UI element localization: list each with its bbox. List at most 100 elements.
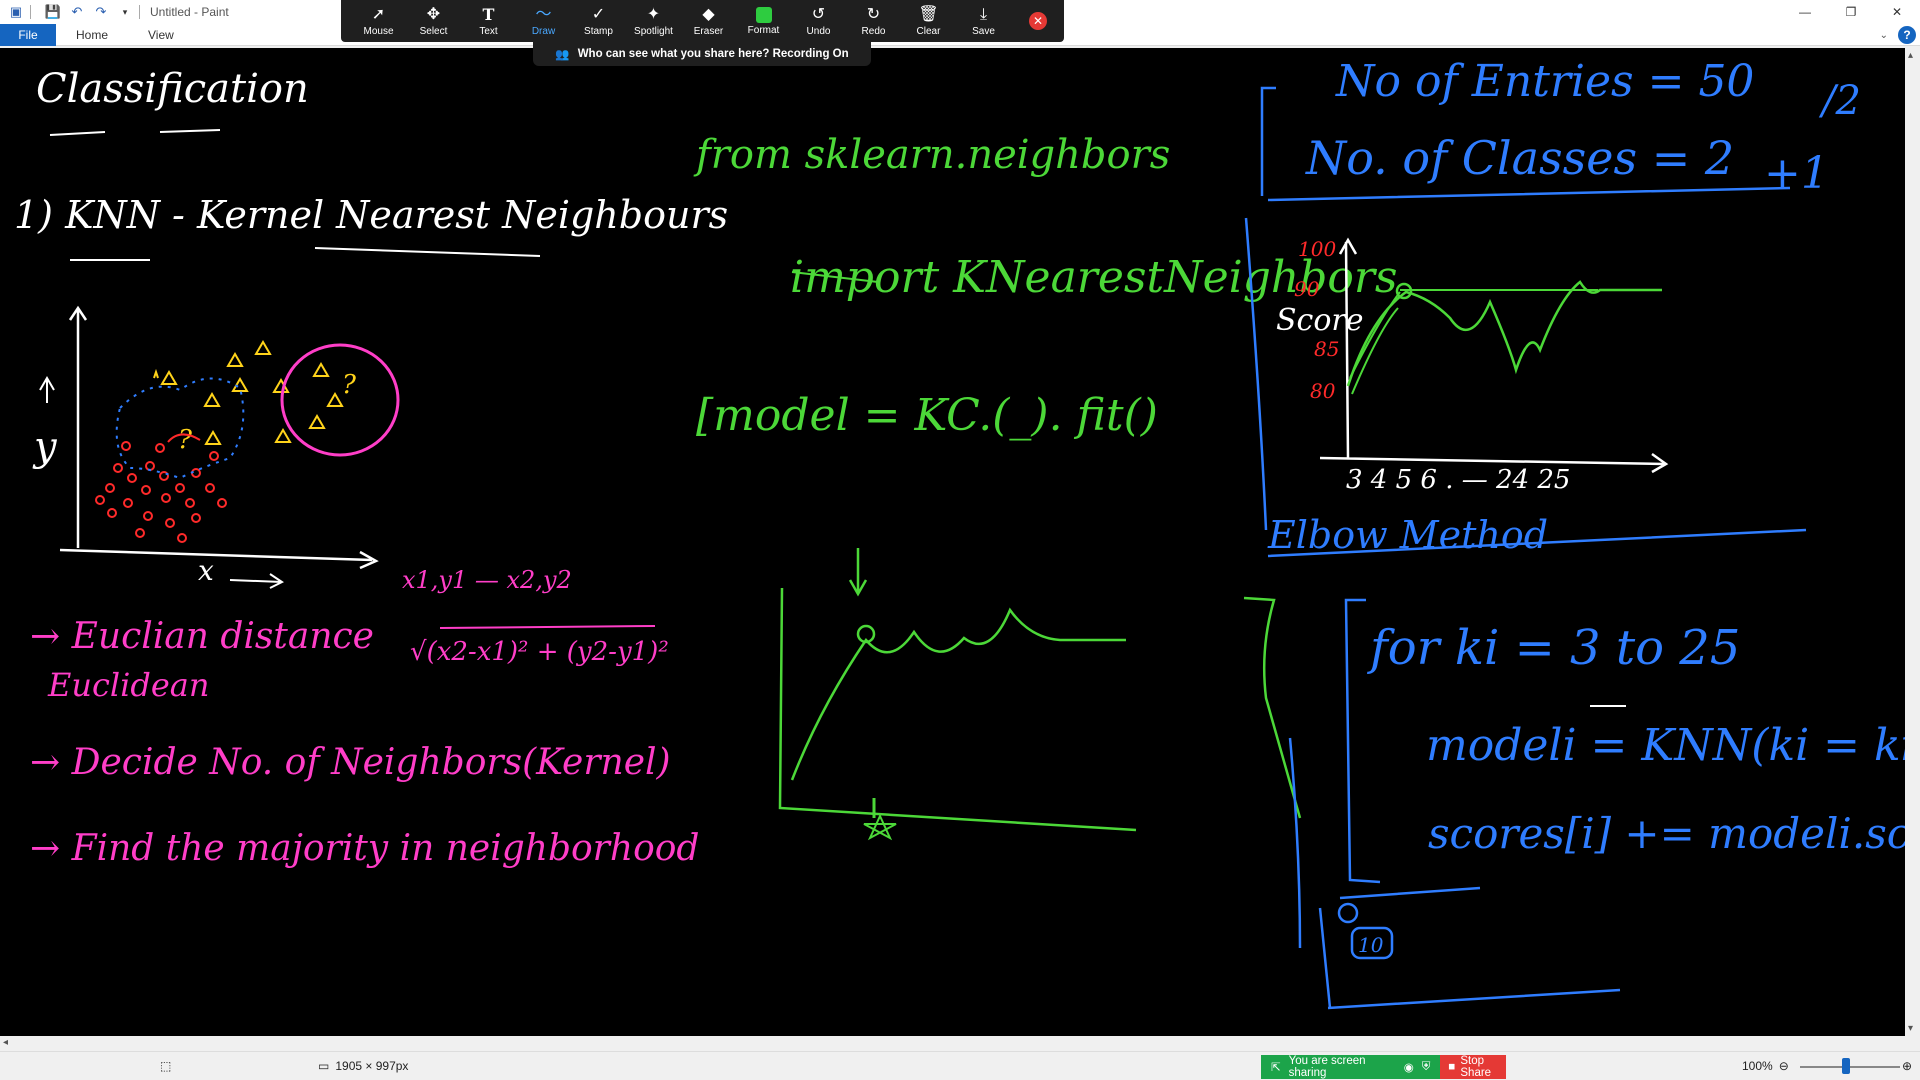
tool-select[interactable]: ✥ Select xyxy=(406,0,461,42)
undo-icon[interactable]: ↶ xyxy=(69,4,85,20)
tab-home[interactable]: Home xyxy=(56,28,128,42)
zoom-in-icon[interactable]: ⊕ xyxy=(1902,1059,1912,1073)
bullet-decide-neighbors: → Decide No. of Neighbors(Kernel) xyxy=(30,742,671,783)
tool-text[interactable]: T Text xyxy=(461,0,516,42)
code-model-fit: [model = KC.(_). fit() xyxy=(696,390,1158,441)
divider xyxy=(139,5,140,19)
tool-undo[interactable]: ↺ Undo xyxy=(791,0,846,42)
loop-line-3: scores[i] += modeli.score() xyxy=(1428,809,1905,858)
screen-share-bar: ⇱ You are screen sharing ◉ ⛨ ■ Stop Shar… xyxy=(1261,1055,1506,1079)
tool-label: Text xyxy=(479,25,498,37)
zoom-out-icon[interactable]: ⊖ xyxy=(1779,1059,1789,1073)
circled-query-mark: ? xyxy=(342,370,357,400)
move-icon: ✥ xyxy=(426,5,441,23)
stop-share-button[interactable]: ■ Stop Share xyxy=(1440,1055,1506,1079)
save-icon[interactable]: 💾 xyxy=(45,4,61,20)
loop-line-2: modeli = KNN(ki = ki) xyxy=(1426,720,1905,771)
tool-stamp[interactable]: ✓ Stamp xyxy=(571,0,626,42)
sharing-status[interactable]: ⇱ You are screen sharing ◉ ⛨ xyxy=(1261,1055,1441,1079)
tool-format[interactable]: Format xyxy=(736,0,791,42)
tool-clear[interactable]: 🗑 Clear xyxy=(901,0,956,42)
loop-line-1: for ki = 3 to 25 xyxy=(1367,620,1740,676)
stamp-icon: ✓ xyxy=(591,5,606,23)
scroll-left-icon[interactable]: ◂ xyxy=(3,1037,8,1048)
tool-label: Stamp xyxy=(584,25,613,37)
tool-eraser[interactable]: ◆ Eraser xyxy=(681,0,736,42)
zoom-annotation-toolbar: ➚ Mouse ✥ Select T Text 〜 Draw ✓ Stamp ✦ Spotl… xyxy=(341,0,1064,42)
tool-label: Draw xyxy=(531,25,556,37)
tool-label: Mouse xyxy=(363,25,394,37)
canvas-size-icon: ▭ xyxy=(318,1059,330,1073)
tab-file[interactable]: File xyxy=(0,23,56,46)
sharing-notice-bar[interactable]: 👥 Who can see what you share here? Recor… xyxy=(533,42,871,66)
pause-icon[interactable]: ◉ xyxy=(1404,1060,1414,1074)
knn-title: 1) KNN - Kernel Nearest Neighbours xyxy=(14,193,728,237)
status-bar: ⬚ ▭ 1905 × 997px 100% ⊖ ⊕ xyxy=(0,1051,1920,1080)
distance-formula: √(x2-x1)² + (y2-y1)² xyxy=(410,637,669,667)
redo-icon[interactable]: ↷ xyxy=(93,4,109,20)
close-button[interactable]: ✕ xyxy=(1874,0,1920,24)
score-axis-label: Score xyxy=(1276,303,1364,338)
coord-note: x1,y1 — x2,y2 xyxy=(402,566,572,594)
tool-save[interactable]: ⤓ Save xyxy=(956,0,1011,42)
minimize-button[interactable]: — xyxy=(1782,0,1828,24)
classes-note: No. of Classes = 2 xyxy=(1305,131,1734,185)
format-swatch-icon xyxy=(755,6,772,23)
paint-app-icon: ▣ xyxy=(9,4,23,19)
undo-icon: ↺ xyxy=(811,5,826,23)
bullet-euclidean-distance: → Euclian distance xyxy=(30,616,374,657)
tool-spotlight[interactable]: ✦ Spotlight xyxy=(626,0,681,42)
score-tick-90: 90 xyxy=(1294,277,1320,301)
scroll-up-icon[interactable]: ▴ xyxy=(1908,50,1913,61)
tool-draw[interactable]: 〜 Draw xyxy=(516,0,571,42)
window-title: Untitled - Paint xyxy=(150,5,229,19)
paint-window: ▣ 💾 ↶ ↷ ▾ Untitled - Paint — ❐ ✕ File Ho… xyxy=(0,0,1920,1080)
close-toolbar-button[interactable]: ✕ xyxy=(1029,12,1047,30)
shield-icon: ⛨ xyxy=(1421,1060,1431,1073)
query-point-mark: ? xyxy=(178,425,193,455)
divider xyxy=(30,5,31,19)
customize-dropdown-icon[interactable]: ▾ xyxy=(117,4,133,20)
tool-label: Format xyxy=(747,24,780,36)
whiteboard-drawing: Classification 1) KNN - Kernel Nearest N… xyxy=(14,56,1905,1010)
entries-note: No of Entries = 50 xyxy=(1335,56,1754,107)
share-screen-icon: ⇱ xyxy=(1271,1062,1281,1074)
sharing-notice-text: Who can see what you share here? Recordi… xyxy=(577,48,849,60)
zoom-level-text: 100% xyxy=(1742,1059,1773,1073)
spotlight-icon: ✦ xyxy=(646,5,661,23)
canvas-size: ▭ 1905 × 997px xyxy=(318,1059,408,1073)
text-icon: T xyxy=(482,4,495,24)
selection-size-icon: ⬚ xyxy=(160,1059,172,1073)
drawing-canvas[interactable]: Classification 1) KNN - Kernel Nearest N… xyxy=(0,48,1905,1036)
score-tick-80: 80 xyxy=(1310,379,1336,403)
horizontal-scrollbar[interactable]: ◂ xyxy=(0,1036,1905,1051)
zoom-slider[interactable] xyxy=(1800,1066,1900,1068)
stop-share-label: Stop Share xyxy=(1460,1055,1492,1079)
chevron-down-icon[interactable]: ⌄ xyxy=(1880,30,1888,41)
canvas-size-text: 1905 × 997px xyxy=(335,1059,409,1073)
tab-view[interactable]: View xyxy=(128,28,194,42)
vertical-scrollbar[interactable]: ▴ ▾ xyxy=(1905,48,1920,1036)
classes-plus-note: +1 xyxy=(1764,148,1829,199)
zoom-slider-thumb[interactable] xyxy=(1842,1058,1850,1074)
save-icon: ⤓ xyxy=(979,5,988,23)
tool-mouse[interactable]: ➚ Mouse xyxy=(351,0,406,42)
tool-label: Redo xyxy=(861,25,886,37)
score-tick-85: 85 xyxy=(1314,337,1339,361)
people-icon: 👥 xyxy=(555,49,570,61)
tool-label: Eraser xyxy=(693,25,724,37)
restore-button[interactable]: ❐ xyxy=(1828,0,1874,24)
tool-label: Spotlight xyxy=(634,25,673,37)
euclidean-note: Euclidean xyxy=(47,666,209,704)
trash-icon: 🗑 xyxy=(918,5,939,23)
axis-x-label: x xyxy=(198,554,214,587)
cursor-icon: ➚ xyxy=(371,5,386,23)
help-icon[interactable]: ? xyxy=(1898,26,1916,44)
sharing-status-text: You are screen sharing xyxy=(1288,1055,1366,1079)
code-from-sklearn: from sklearn.neighbors xyxy=(693,132,1170,178)
draw-icon: 〜 xyxy=(535,5,552,23)
scroll-down-icon[interactable]: ▾ xyxy=(1908,1023,1913,1034)
tool-redo[interactable]: ↻ Redo xyxy=(846,0,901,42)
circled-ten: 10 xyxy=(1358,933,1384,957)
tool-label: Undo xyxy=(806,25,831,37)
